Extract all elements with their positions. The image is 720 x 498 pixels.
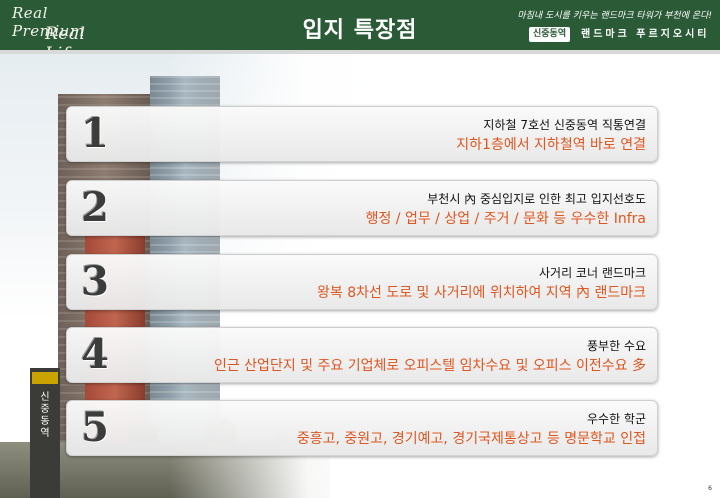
feature-title: 지하철 7호선 신중동역 직통연결 <box>483 118 646 132</box>
feature-title: 풍부한 수요 <box>586 339 646 353</box>
feature-number: 5 <box>81 404 109 451</box>
feature-detail: 인근 산업단지 및 주요 기업체로 오피스텔 임차수요 및 오피스 이전수요 多 <box>213 358 646 374</box>
header-tagline: 마침내 도시를 키우는 랜드마크 타워가 부천에 온다! <box>517 11 712 21</box>
header-bar: Real Premium Real Life 입지 특장점 마침내 도시를 키우… <box>0 0 720 64</box>
feature-number: 2 <box>81 184 109 231</box>
feature-title: 우수한 학군 <box>586 412 646 426</box>
feature-title: 부천시 內 중심입지로 인한 최고 입지선호도 <box>427 192 646 206</box>
feature-detail: 지하1층에서 지하철역 바로 연결 <box>456 137 646 153</box>
station-badge: 신중동역 <box>529 27 571 42</box>
feature-number: 3 <box>81 258 109 305</box>
feature-number: 1 <box>81 110 109 157</box>
feature-row-3: 3 사거리 코너 랜드마크 왕복 8차선 도로 및 사거리에 위치하여 지역 內… <box>66 254 658 310</box>
station-signpost: 신중동역 <box>30 368 60 498</box>
project-name: 랜드마크 푸르지오시티 <box>581 29 710 40</box>
feature-detail: 중흥고, 중원고, 경기예고, 경기국제통상고 등 명문학교 인접 <box>296 431 646 447</box>
feature-title: 사거리 코너 랜드마크 <box>539 266 646 280</box>
page-number: 6 <box>708 485 712 492</box>
feature-row-4: 4 풍부한 수요 인근 산업단지 및 주요 기업체로 오피스텔 임차수요 및 오… <box>66 327 658 383</box>
feature-row-1: 1 지하철 7호선 신중동역 직통연결 지하1층에서 지하철역 바로 연결 <box>66 106 658 162</box>
signpost-marker <box>32 372 58 384</box>
feature-number: 4 <box>81 331 109 378</box>
feature-row-2: 2 부천시 內 중심입지로 인한 최고 입지선호도 행정 / 업무 / 상업 /… <box>66 180 658 236</box>
feature-detail: 행정 / 업무 / 상업 / 주거 / 문화 등 우수한 Infra <box>365 211 646 227</box>
feature-row-5: 5 우수한 학군 중흥고, 중원고, 경기예고, 경기국제통상고 등 명문학교 … <box>66 400 658 456</box>
signpost-text: 신중동역 <box>40 392 50 439</box>
feature-detail: 왕복 8차선 도로 및 사거리에 위치하여 지역 內 랜드마크 <box>317 285 646 301</box>
